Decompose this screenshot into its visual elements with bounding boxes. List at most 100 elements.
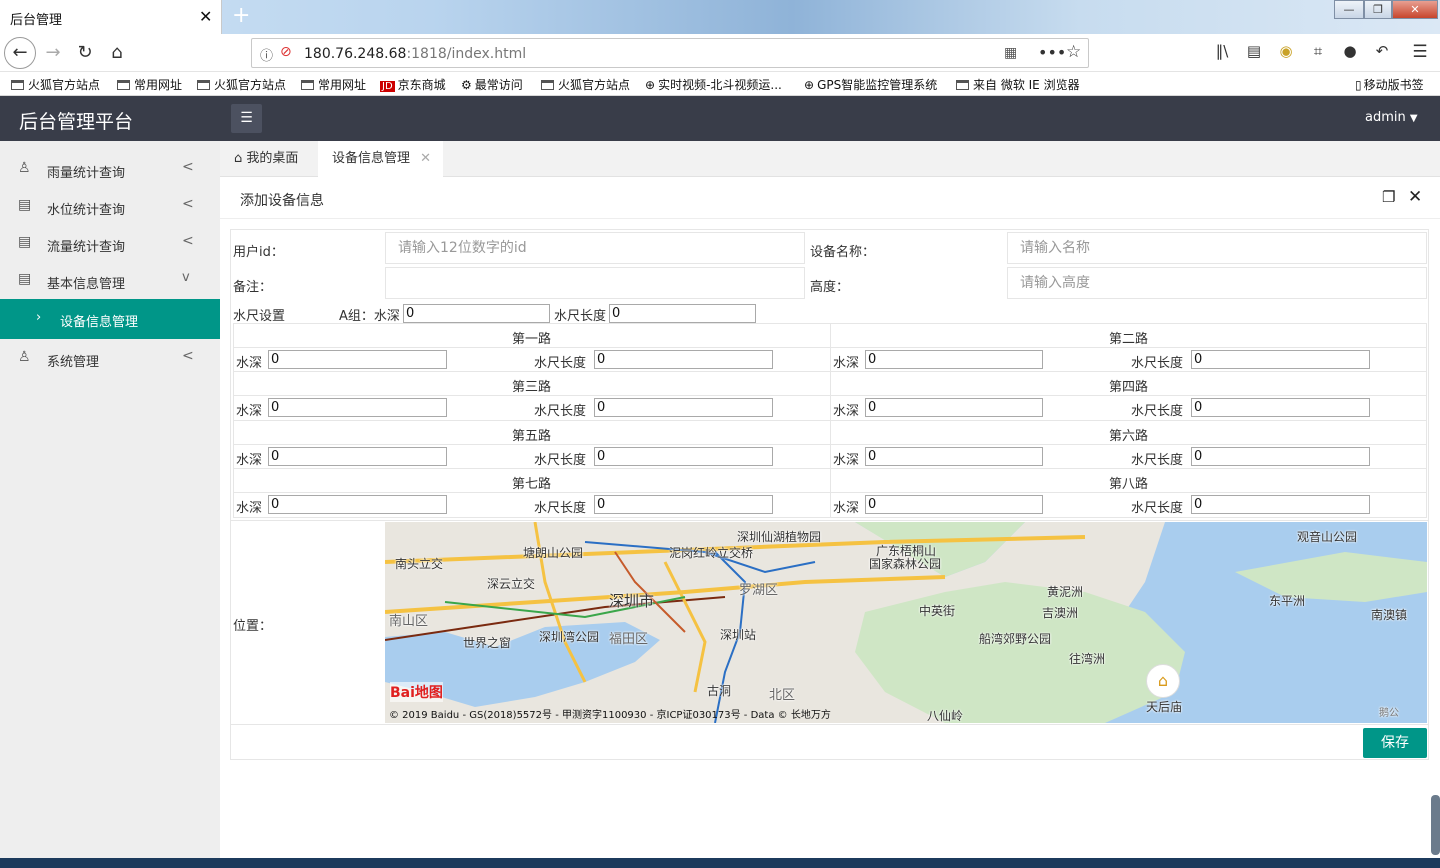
- bookmark-item[interactable]: ⊕ GPS智能监控管理系统: [804, 76, 937, 93]
- user-id-input[interactable]: 请输入12位数字的id: [385, 232, 805, 264]
- temple-marker-icon[interactable]: ⌂: [1146, 664, 1180, 698]
- depth-input[interactable]: 0: [268, 447, 447, 466]
- chevron-left-icon: <: [182, 159, 194, 175]
- depth-input[interactable]: 0: [865, 398, 1043, 417]
- app-title: 后台管理平台: [19, 111, 134, 133]
- bookmark-item[interactable]: 来自 微软 IE 浏览器: [956, 76, 1080, 93]
- url-text: 180.76.248.68:1818/index.html: [304, 46, 527, 62]
- tab-device-info[interactable]: 设备信息管理 ✕: [318, 141, 443, 177]
- length-input[interactable]: 0: [594, 495, 773, 514]
- map-label: 中英街: [919, 604, 956, 618]
- baidu-map-logo: Bai地图: [390, 682, 443, 702]
- more-icon[interactable]: •••: [1038, 43, 1066, 62]
- user-menu[interactable]: admin ▼: [1365, 110, 1418, 125]
- bookmark-star-icon[interactable]: ☆: [1066, 42, 1081, 62]
- reload-icon[interactable]: ↻: [73, 42, 97, 63]
- depth-input[interactable]: 0: [865, 350, 1043, 369]
- info-icon[interactable]: ⓘ: [260, 45, 273, 64]
- chat-icon[interactable]: ●: [1338, 42, 1362, 60]
- bookmark-item[interactable]: 火狐官方站点: [11, 76, 100, 93]
- device-name-label: 设备名称：: [810, 245, 876, 260]
- bookmark-item[interactable]: 常用网址: [117, 76, 182, 93]
- device-name-input[interactable]: 请输入名称: [1007, 232, 1427, 264]
- sidebar-item-basic-info[interactable]: ▤ 基本信息管理 v: [0, 262, 220, 299]
- mobile-bookmarks[interactable]: ▯ 移动版书签: [1355, 76, 1424, 93]
- group-a-depth-input[interactable]: 0: [403, 304, 550, 323]
- remark-input[interactable]: [385, 267, 805, 299]
- browser-tab[interactable]: 后台管理 ✕: [0, 0, 222, 34]
- row-divider: [233, 420, 1427, 421]
- extension-icon[interactable]: ◉: [1274, 42, 1298, 60]
- close-icon[interactable]: ✕: [1408, 187, 1422, 207]
- location-label: 位置：: [233, 619, 273, 634]
- sidebar-icon[interactable]: ▤: [1242, 42, 1266, 60]
- sidebar-item-rainfall[interactable]: ♙ 雨量统计查询 <: [0, 151, 220, 188]
- back-icon[interactable]: ←: [4, 37, 36, 69]
- depth-input[interactable]: 0: [268, 495, 447, 514]
- tab-my-desktop[interactable]: ⌂ 我的桌面: [234, 141, 298, 177]
- save-button[interactable]: 保存: [1363, 728, 1427, 758]
- group-a-length-input[interactable]: 0: [609, 304, 756, 323]
- close-tab-icon[interactable]: ✕: [199, 7, 212, 26]
- browser-nav-bar: ← → ↻ ⌂ ⓘ ⊘ 180.76.248.68:1818/index.htm…: [0, 34, 1440, 72]
- sidebar-item-system[interactable]: ♙ 系统管理 <: [0, 340, 220, 377]
- sidebar-item-device-info[interactable]: › 设备信息管理: [0, 299, 220, 339]
- bookmark-item[interactable]: JD 京东商城: [380, 76, 446, 93]
- row-divider: [233, 347, 1427, 348]
- maximize-button[interactable]: ❐: [1364, 0, 1392, 19]
- length-input[interactable]: 0: [1191, 447, 1370, 466]
- map-label: 世界之窗: [463, 636, 512, 650]
- maximize-icon[interactable]: ❐: [1382, 188, 1395, 206]
- length-input[interactable]: 0: [1191, 350, 1370, 369]
- bookmark-item[interactable]: ⊕ 实时视频-北斗视频运...: [645, 76, 782, 93]
- globe-icon: ⊕: [645, 78, 656, 92]
- app-header: 后台管理平台 ☰ admin ▼: [0, 96, 1440, 141]
- panel-title: 添加设备信息: [240, 193, 324, 209]
- caret-down-icon: ▼: [1409, 113, 1418, 124]
- sidebar-item-flow[interactable]: ▤ 流量统计查询 <: [0, 225, 220, 262]
- forward-icon[interactable]: →: [41, 42, 65, 63]
- menu-icon[interactable]: ☰: [1408, 42, 1432, 62]
- depth-input[interactable]: 0: [865, 447, 1043, 466]
- screenshot-icon[interactable]: ⌗: [1306, 42, 1330, 60]
- bookmark-item[interactable]: 常用网址: [301, 76, 366, 93]
- depth-input[interactable]: 0: [865, 495, 1043, 514]
- length-input[interactable]: 0: [594, 447, 773, 466]
- length-label: 水尺长度: [1131, 501, 1184, 516]
- length-label: 水尺长度: [534, 404, 587, 419]
- length-input[interactable]: 0: [1191, 495, 1370, 514]
- bookmark-item[interactable]: ⚙ 最常访问: [461, 76, 523, 93]
- scrollbar-thumb[interactable]: [1431, 795, 1440, 855]
- depth-input[interactable]: 0: [268, 398, 447, 417]
- minimize-button[interactable]: —: [1334, 0, 1364, 19]
- route-title: 第二路: [1108, 332, 1148, 347]
- bookmark-item[interactable]: 火狐官方站点: [541, 76, 630, 93]
- length-input[interactable]: 0: [1191, 398, 1370, 417]
- undo-icon[interactable]: ↶: [1370, 42, 1394, 60]
- map-label: 古洞: [707, 684, 732, 698]
- map-label: 罗湖区: [739, 583, 779, 598]
- home-icon[interactable]: ⌂: [105, 42, 129, 63]
- length-label: 水尺长度: [534, 501, 587, 516]
- map-view[interactable]: 深圳仙湖植物园 观音山公园 塘朗山公园 泥岗红岭立交桥 广东梧桐山 国家森林公园…: [385, 522, 1427, 723]
- map-label: 鹅公: [1379, 708, 1399, 719]
- height-input[interactable]: 请输入高度: [1007, 267, 1427, 299]
- depth-label: 水深: [833, 501, 860, 516]
- bookmark-item[interactable]: 火狐官方站点: [197, 76, 286, 93]
- route-title: 第三路: [511, 380, 551, 395]
- route-title: 第五路: [511, 429, 551, 444]
- url-bar[interactable]: ⓘ ⊘ 180.76.248.68:1818/index.html ▦ ••• …: [251, 38, 1089, 68]
- close-tab-icon[interactable]: ✕: [420, 151, 431, 166]
- phone-icon: ▯: [1355, 78, 1362, 92]
- qr-code-icon[interactable]: ▦: [1004, 45, 1017, 61]
- sidebar-item-water-level[interactable]: ▤ 水位统计查询 <: [0, 188, 220, 225]
- length-input[interactable]: 0: [594, 398, 773, 417]
- insecure-lock-icon: ⊘: [280, 44, 292, 60]
- depth-input[interactable]: 0: [268, 350, 447, 369]
- new-tab-button[interactable]: +: [232, 3, 250, 28]
- close-window-button[interactable]: ✕: [1392, 0, 1438, 19]
- library-icon[interactable]: ‖\: [1210, 42, 1234, 60]
- length-input[interactable]: 0: [594, 350, 773, 369]
- map-label: 八仙岭: [927, 709, 964, 723]
- menu-toggle-button[interactable]: ☰: [231, 104, 262, 133]
